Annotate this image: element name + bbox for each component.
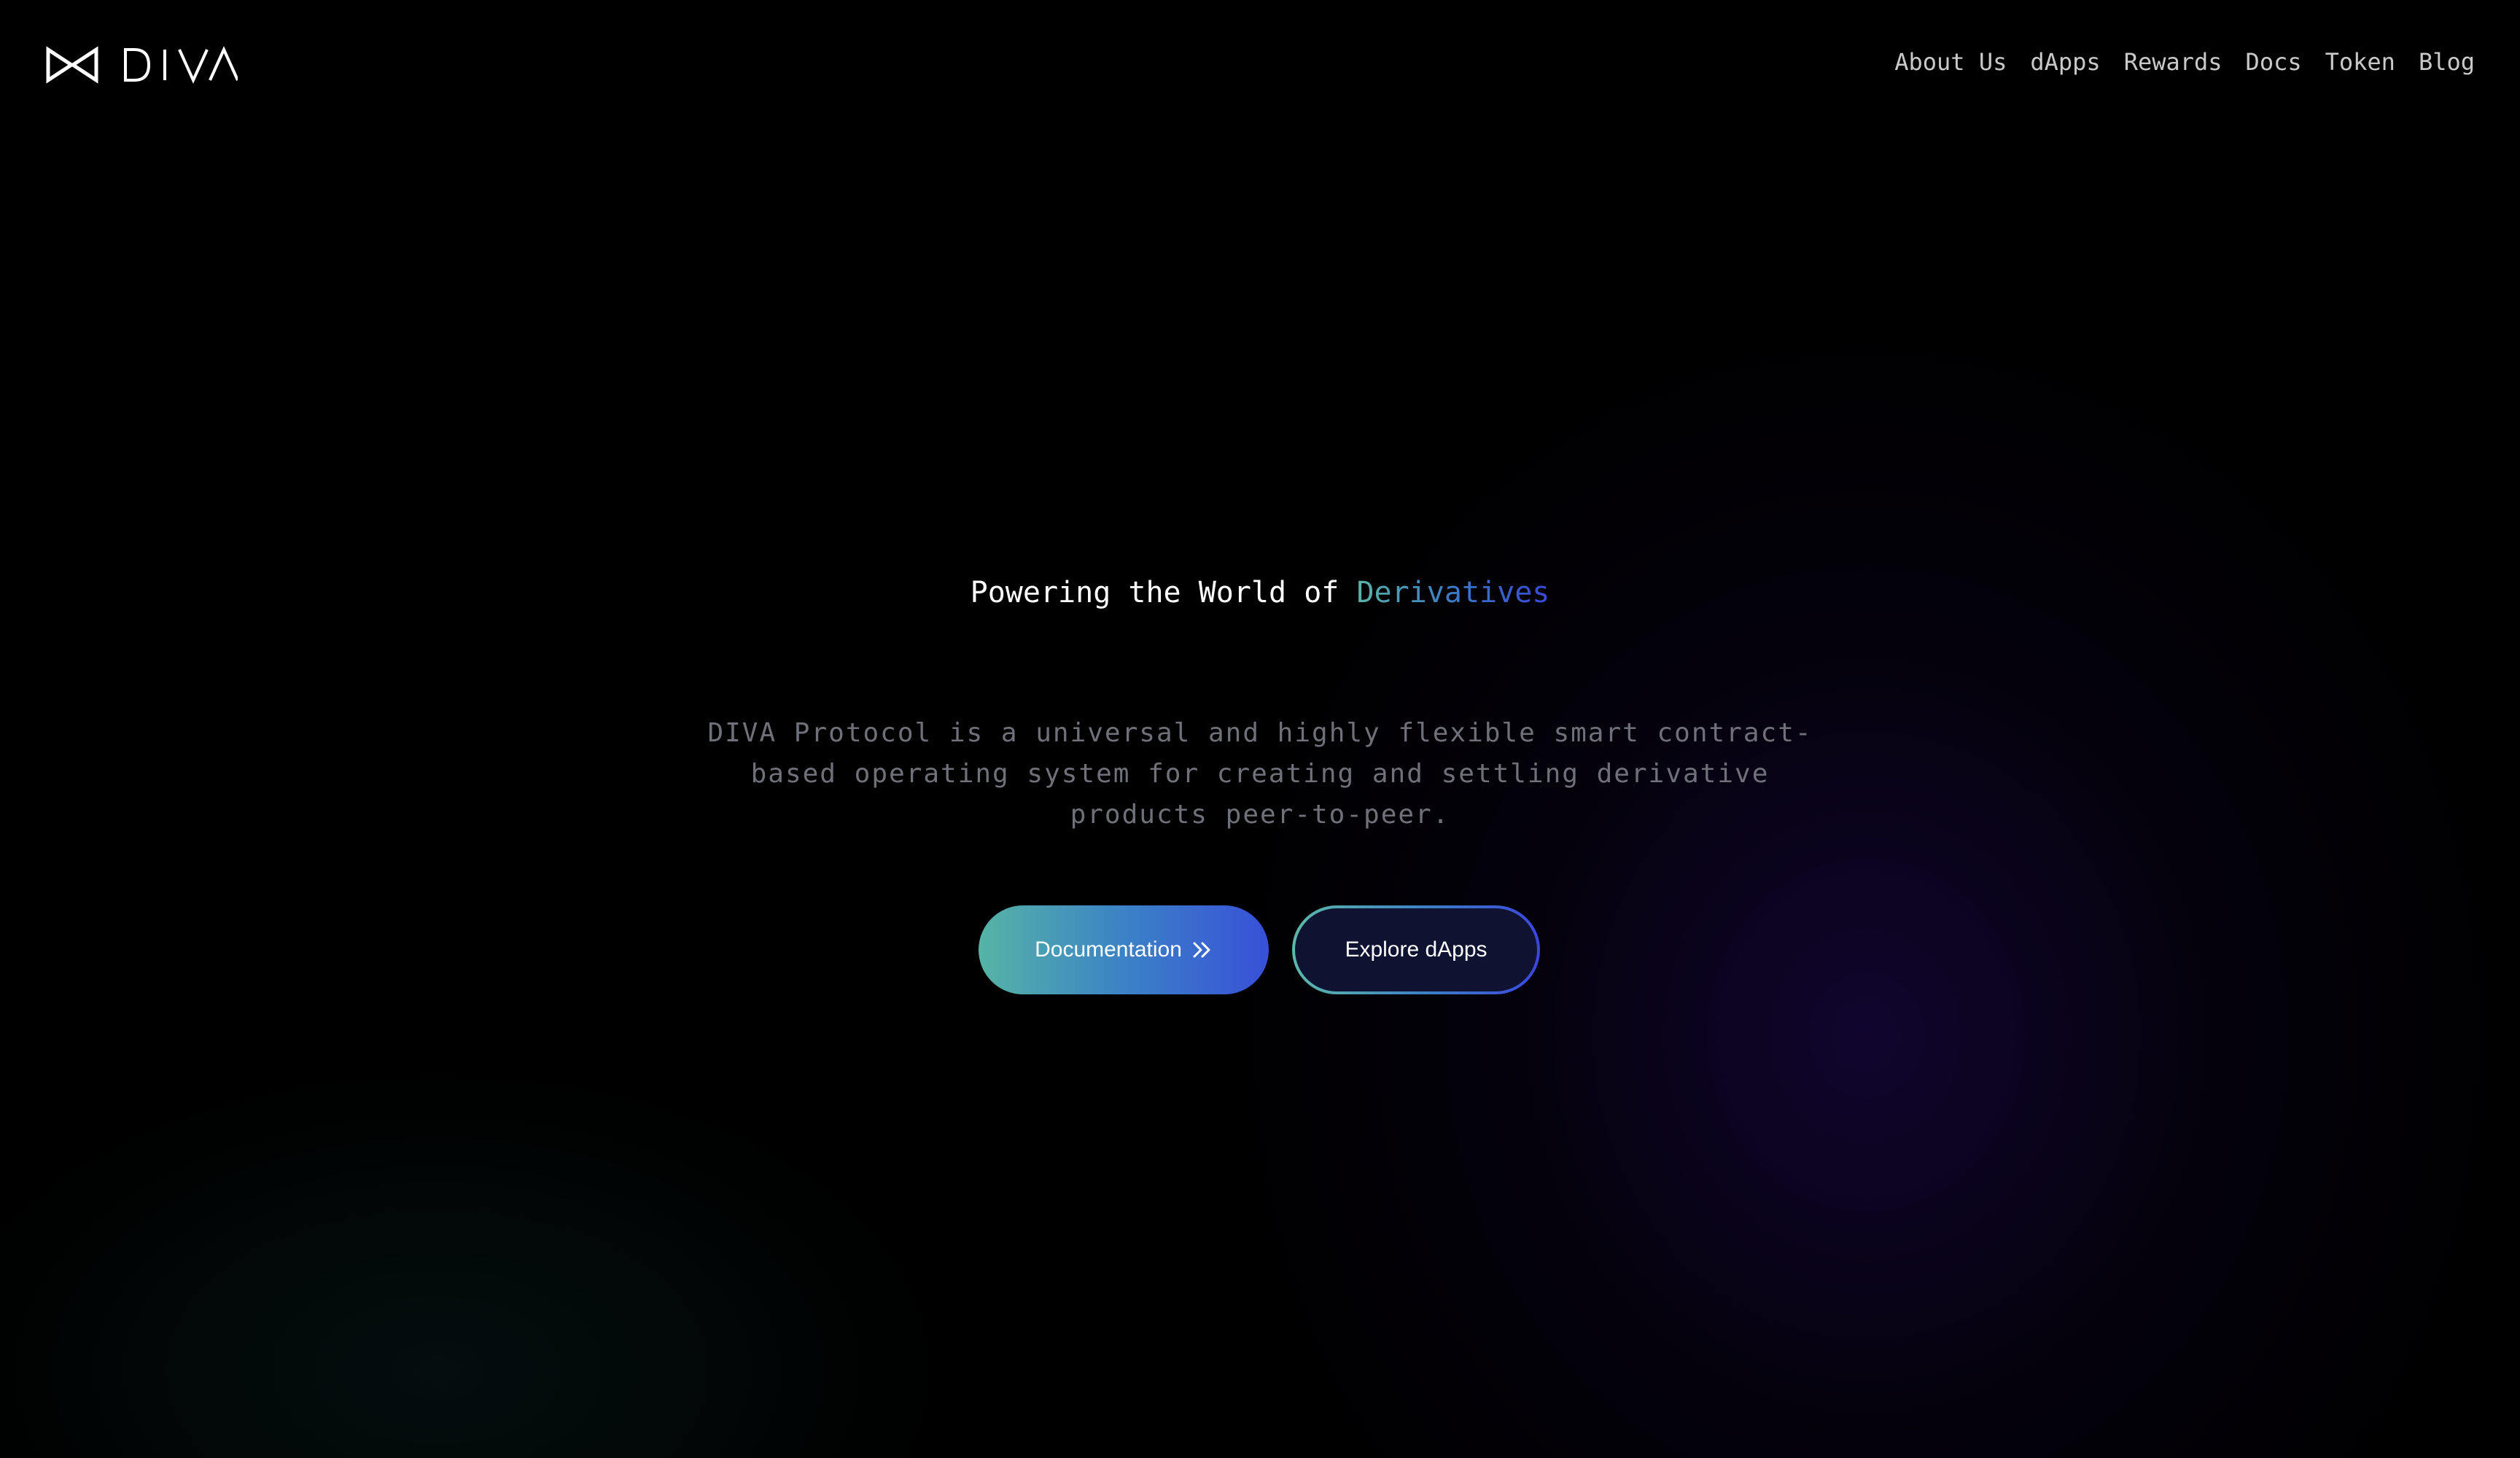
explore-dapps-button-label: Explore dApps bbox=[1345, 937, 1488, 962]
nav-dapps[interactable]: dApps bbox=[2030, 48, 2100, 76]
documentation-button-label: Documentation bbox=[1035, 937, 1182, 962]
nav-token[interactable]: Token bbox=[2325, 48, 2395, 76]
hero-subtitle: DIVA Protocol is a universal and highly … bbox=[707, 718, 1813, 830]
hero-title: Powering the World of Derivatives bbox=[0, 576, 2520, 609]
documentation-button[interactable]: Documentation bbox=[979, 905, 1269, 994]
nav-docs[interactable]: Docs bbox=[2246, 48, 2302, 76]
diva-logo-icon bbox=[46, 46, 238, 84]
explore-dapps-button[interactable]: Explore dApps bbox=[1292, 905, 1540, 994]
nav-rewards[interactable]: Rewards bbox=[2124, 48, 2222, 76]
hero-title-prefix: Powering the World of bbox=[970, 576, 1357, 609]
landing-page: About Us dApps Rewards Docs Token Blog P… bbox=[0, 0, 2520, 1458]
hero-title-accent: Derivatives bbox=[1356, 576, 1550, 609]
nav-about-us[interactable]: About Us bbox=[1894, 48, 2007, 76]
double-chevron-right-icon bbox=[1193, 942, 1210, 958]
nav-blog[interactable]: Blog bbox=[2419, 48, 2475, 76]
diva-logo[interactable] bbox=[45, 45, 238, 85]
main-nav: About Us dApps Rewards Docs Token Blog bbox=[1894, 48, 2475, 76]
